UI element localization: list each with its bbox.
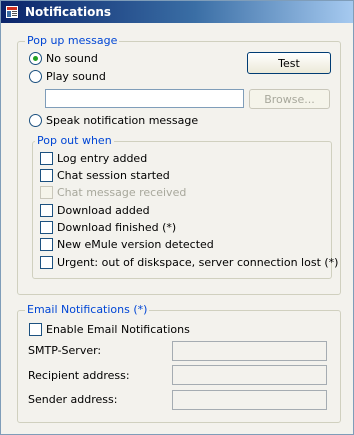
speak-notification-radio[interactable]: Speak notification message <box>29 114 198 127</box>
no-sound-radio[interactable]: No sound <box>29 52 98 65</box>
checkbox-icon <box>40 256 53 269</box>
popup-message-group-label: Pop up message <box>25 34 120 47</box>
checkbox-icon <box>40 186 53 199</box>
new-version-detected-label: New eMule version detected <box>57 238 214 251</box>
checkbox-icon <box>40 152 53 165</box>
checkbox-icon <box>40 221 53 234</box>
smtp-server-label: SMTP-Server: <box>28 344 102 357</box>
recipient-address-label: Recipient address: <box>28 369 130 382</box>
new-version-detected-checkbox[interactable]: New eMule version detected <box>40 238 214 251</box>
checkbox-icon <box>40 204 53 217</box>
smtp-server-input[interactable] <box>172 341 327 361</box>
no-sound-label: No sound <box>46 52 98 65</box>
checkbox-icon <box>29 323 42 336</box>
title-bar: Notifications <box>1 1 353 23</box>
popout-when-group-label: Pop out when <box>35 134 114 147</box>
urgent-checkbox[interactable]: Urgent: out of diskspace, server connect… <box>40 256 338 269</box>
test-button[interactable]: Test <box>247 52 331 74</box>
chat-message-received-label: Chat message received <box>57 186 187 199</box>
checkbox-icon <box>40 169 53 182</box>
chat-session-started-label: Chat session started <box>57 169 170 182</box>
urgent-label: Urgent: out of diskspace, server connect… <box>57 256 339 269</box>
download-added-checkbox[interactable]: Download added <box>40 204 150 217</box>
browse-button[interactable]: Browse... <box>249 89 330 109</box>
chat-session-started-checkbox[interactable]: Chat session started <box>40 169 170 182</box>
play-sound-radio[interactable]: Play sound <box>29 70 106 83</box>
window-title: Notifications <box>25 5 112 19</box>
enable-email-checkbox[interactable]: Enable Email Notifications <box>29 323 190 336</box>
enable-email-label: Enable Email Notifications <box>46 323 190 336</box>
radio-unselected-icon <box>29 114 42 127</box>
play-sound-label: Play sound <box>46 70 106 83</box>
speak-notification-label: Speak notification message <box>46 114 199 127</box>
sender-address-label: Sender address: <box>28 393 118 406</box>
log-entry-added-checkbox[interactable]: Log entry added <box>40 152 147 165</box>
sound-file-input[interactable] <box>45 89 244 108</box>
checkbox-icon <box>40 238 53 251</box>
notifications-window: Notifications Pop up message No sound Pl… <box>0 0 354 435</box>
radio-unselected-icon <box>29 70 42 83</box>
email-notifications-group-label: Email Notifications (*) <box>25 303 150 316</box>
sender-address-input[interactable] <box>172 390 327 410</box>
download-finished-checkbox[interactable]: Download finished (*) <box>40 221 176 234</box>
chat-message-received-checkbox[interactable]: Chat message received <box>40 186 186 199</box>
log-entry-added-label: Log entry added <box>57 152 148 165</box>
notification-app-icon <box>5 5 19 19</box>
recipient-address-input[interactable] <box>172 365 327 385</box>
download-finished-label: Download finished (*) <box>57 221 177 234</box>
radio-selected-icon <box>29 52 42 65</box>
download-added-label: Download added <box>57 204 150 217</box>
